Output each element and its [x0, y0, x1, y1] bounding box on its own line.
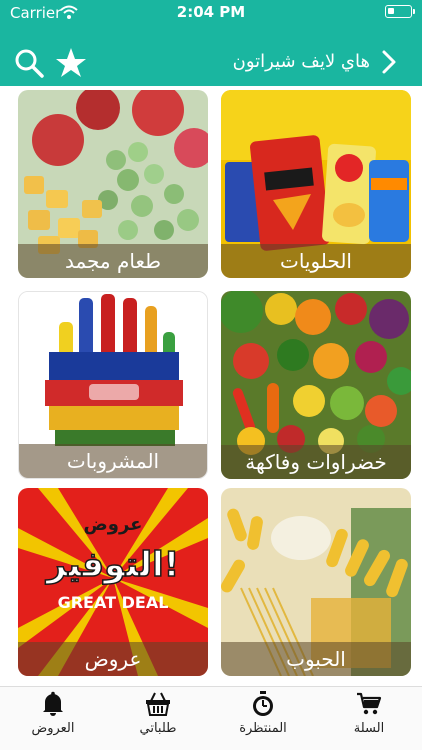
tab-offers[interactable]: العروض: [8, 691, 98, 749]
favorites-star-icon[interactable]: [54, 46, 88, 80]
tab-label: السلة: [353, 721, 385, 736]
tab-label: العروض: [31, 721, 75, 736]
tab-pending[interactable]: المنتظرة: [218, 691, 308, 749]
tab-label: طلباتي: [139, 721, 177, 736]
category-card-grains[interactable]: الحبوب: [221, 488, 411, 676]
category-card-frozen-food[interactable]: طعام مجمد: [18, 90, 208, 278]
basket-icon: [146, 692, 170, 716]
category-card-sweets[interactable]: الحلويات: [221, 90, 411, 278]
category-label: الحبوب: [221, 642, 411, 676]
bell-icon: [43, 691, 63, 716]
category-label: المشروبات: [19, 444, 207, 478]
cart-icon: [357, 692, 382, 715]
category-label: طعام مجمد: [18, 244, 208, 278]
tab-my-orders[interactable]: طلباتي: [113, 691, 203, 749]
promo-line-2: التوفير!: [45, 545, 179, 585]
clock: 2:04 PM: [176, 3, 246, 21]
category-label: الحلويات: [221, 244, 411, 278]
nav-bar: هاي لايف شيراتون: [0, 40, 422, 86]
category-grid: الحلويات طعام مجمد خضراوات وفاكهة المشرو…: [18, 90, 411, 680]
status-bar: Carrier 2:04 PM: [0, 0, 422, 40]
category-card-vegetables-fruits[interactable]: خضراوات وفاكهة: [221, 291, 411, 479]
promo-line-1: عروض: [84, 514, 143, 535]
battery-icon: [385, 5, 415, 18]
tab-bar: السلة المنتظرة طلباتي العروض: [0, 686, 422, 750]
category-card-offers[interactable]: عروض التوفير! GREAT DEAL عروض: [18, 488, 208, 676]
category-card-drinks[interactable]: المشروبات: [18, 291, 208, 479]
promo-line-3: GREAT DEAL: [58, 593, 169, 612]
tab-label: المنتظرة: [239, 721, 287, 736]
tab-cart[interactable]: السلة: [324, 691, 414, 749]
category-label: عروض: [18, 642, 208, 676]
category-label: خضراوات وفاكهة: [221, 445, 411, 479]
back-chevron-icon[interactable]: [378, 48, 398, 76]
search-icon[interactable]: [14, 48, 44, 78]
stopwatch-icon: [253, 691, 273, 716]
page-title: هاي لايف شيراتون: [232, 51, 370, 72]
